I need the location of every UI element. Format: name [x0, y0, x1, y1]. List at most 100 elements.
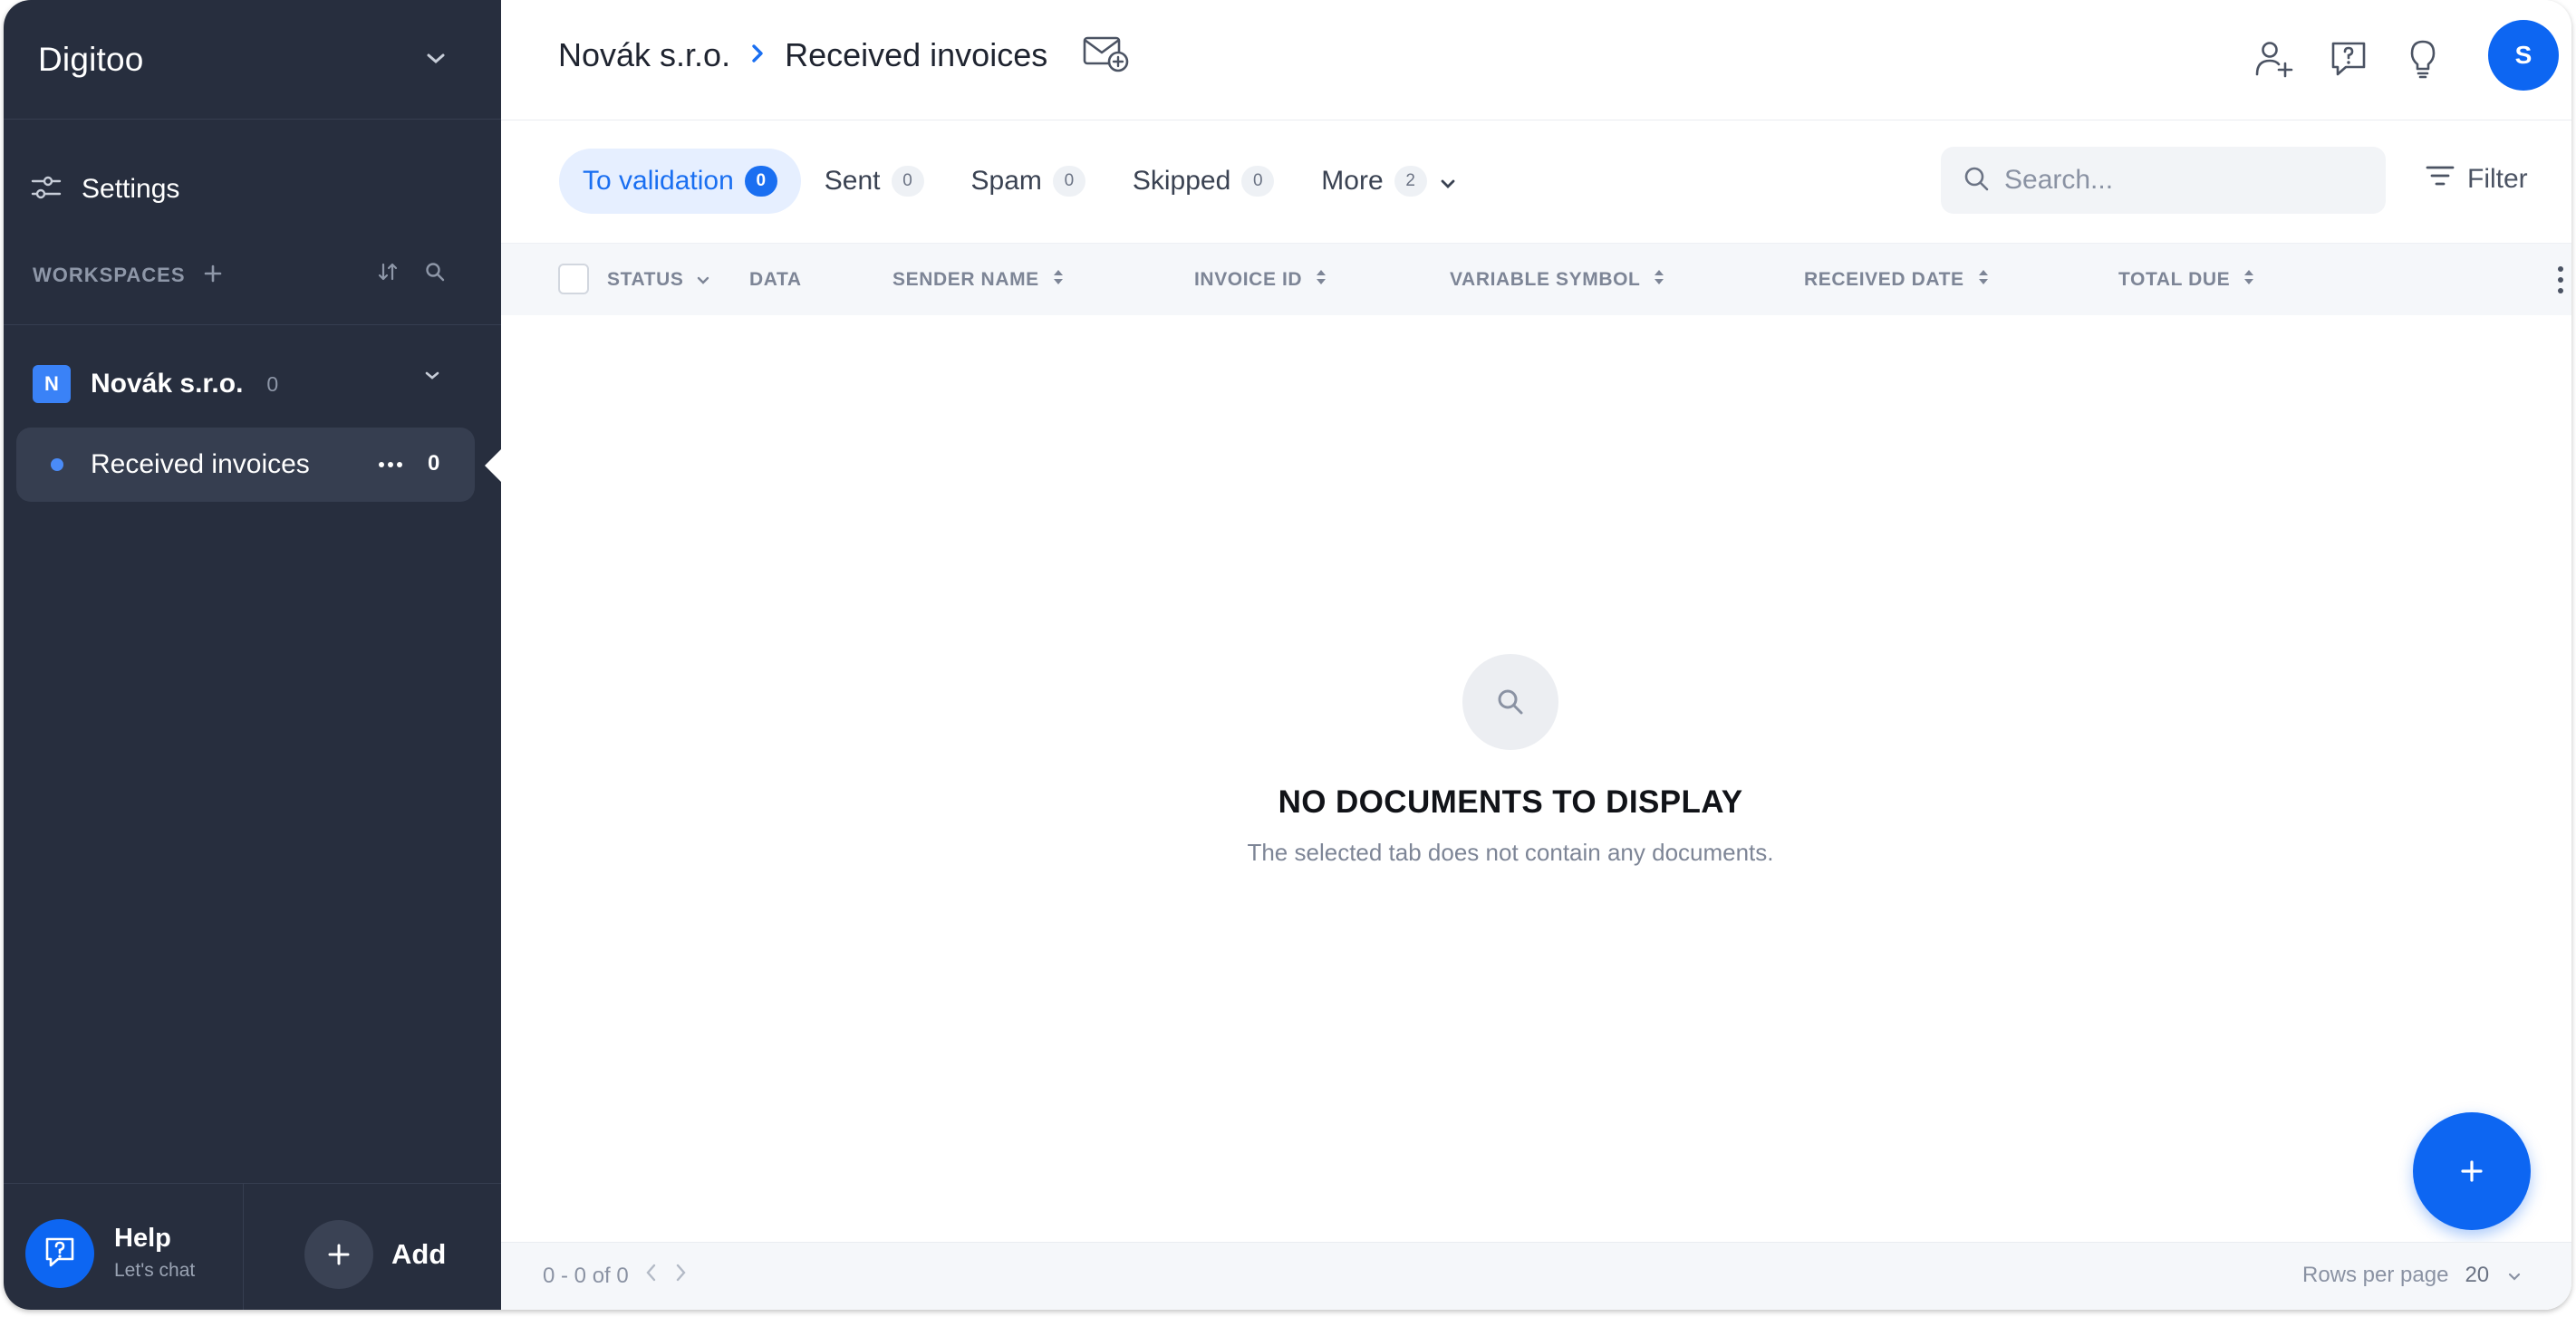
sidebar-header[interactable]: Digitoo [4, 0, 501, 120]
search-icon [1963, 165, 1990, 197]
column-label: RECEIVED DATE [1804, 269, 1964, 290]
chevron-down-icon [1440, 166, 1456, 197]
page-title: Received invoices [785, 36, 1048, 73]
company-badge: N [33, 365, 71, 403]
help-subtitle: Let's chat [114, 1260, 196, 1281]
column-label: INVOICE ID [1194, 269, 1303, 290]
column-variable-symbol[interactable]: VARIABLE SYMBOL [1450, 244, 1665, 316]
tab-label: Spam [970, 166, 1042, 196]
tab-bar: To validation 0 Sent 0 Spam 0 Skipped 0 … [559, 149, 1480, 214]
column-sender-name[interactable]: SENDER NAME [892, 244, 1065, 316]
plus-icon [2461, 1160, 2483, 1182]
workspaces-header: WORKSPACES [33, 259, 458, 292]
rows-per-page-value: 20 [2465, 1263, 2490, 1287]
chevron-left-icon[interactable] [645, 1263, 658, 1289]
column-status[interactable]: STATUS [607, 244, 710, 316]
active-indicator [485, 449, 501, 482]
help-chat-icon[interactable] [2326, 36, 2371, 82]
settings-label: Settings [82, 174, 180, 204]
folder-label: Received invoices [91, 449, 310, 479]
workspace-company[interactable]: N Novák s.r.o. 0 [33, 364, 458, 404]
tab-count: 0 [744, 166, 777, 197]
help-chat-icon [42, 1234, 78, 1274]
table-footer: 0 - 0 of 0 Rows per page 20 [501, 1242, 2571, 1310]
tab-count: 0 [1241, 166, 1275, 197]
tab-label: More [1321, 166, 1384, 196]
tab-label: To validation [583, 166, 734, 196]
add-user-icon[interactable] [2252, 36, 2297, 82]
tab-count: 2 [1394, 166, 1427, 197]
folder-count: 0 [428, 451, 440, 476]
search-box [1941, 147, 2386, 214]
column-label: TOTAL DUE [2118, 269, 2231, 290]
column-label: DATA [749, 269, 802, 290]
workspaces-label: WORKSPACES [33, 264, 186, 286]
sidebar: Digitoo Settings WORKSPACES N Novák s.r.… [4, 0, 501, 1310]
top-bar: Novák s.r.o. Received invoices S [501, 0, 2571, 120]
tab-more[interactable]: More 2 [1298, 149, 1479, 214]
app-window: Digitoo Settings WORKSPACES N Novák s.r.… [4, 0, 2571, 1310]
help-button[interactable] [25, 1219, 94, 1288]
more-options-icon[interactable] [377, 451, 404, 483]
chevron-down-icon[interactable] [424, 370, 440, 386]
chevron-down-icon[interactable] [420, 43, 451, 74]
tab-to-validation[interactable]: To validation 0 [559, 149, 801, 214]
add-document-button[interactable] [2413, 1112, 2531, 1230]
sort-icon [2243, 268, 2255, 292]
tab-sent[interactable]: Sent 0 [801, 149, 948, 214]
search-input[interactable] [2004, 165, 2367, 196]
table-header: STATUS DATA SENDER NAME INVOICE ID VARIA… [501, 243, 2571, 315]
column-data[interactable]: DATA [749, 244, 802, 316]
sort-icon [1052, 268, 1065, 292]
plus-icon [328, 1244, 350, 1265]
chevron-down-icon [2507, 1263, 2522, 1288]
tab-label: Skipped [1132, 166, 1231, 196]
tab-skipped[interactable]: Skipped 0 [1109, 149, 1298, 214]
search-workspaces-icon[interactable] [424, 261, 446, 287]
tab-count: 0 [891, 166, 924, 197]
chevron-right-icon[interactable] [674, 1263, 687, 1289]
company-name: Novák s.r.o. [91, 369, 244, 399]
sort-icon[interactable] [377, 261, 399, 287]
brand-name: Digitoo [38, 40, 144, 78]
column-label: SENDER NAME [892, 269, 1039, 290]
company-count: 0 [266, 371, 279, 396]
sidebar-footer: Help Let's chat Add [4, 1183, 501, 1310]
avatar[interactable]: S [2488, 20, 2559, 91]
add-button[interactable] [304, 1220, 373, 1289]
breadcrumb: Novák s.r.o. Received invoices [558, 33, 1131, 78]
sort-icon [1653, 268, 1665, 292]
column-invoice-id[interactable]: INVOICE ID [1194, 244, 1327, 316]
filter-label: Filter [2467, 164, 2528, 194]
column-total-due[interactable]: TOTAL DUE [2118, 244, 2255, 316]
rows-per-page[interactable]: Rows per page 20 [2302, 1263, 2522, 1288]
chevron-right-icon [750, 43, 765, 69]
email-settings-icon[interactable] [1082, 33, 1131, 79]
main-content: Novák s.r.o. Received invoices S To vali… [501, 0, 2571, 1310]
select-all-checkbox[interactable] [558, 264, 589, 294]
column-received-date[interactable]: RECEIVED DATE [1804, 244, 1990, 316]
status-dot [51, 458, 63, 471]
tab-spam[interactable]: Spam 0 [948, 149, 1109, 214]
empty-state: NO DOCUMENTS TO DISPLAY The selected tab… [501, 654, 2520, 867]
tab-count: 0 [1052, 166, 1085, 197]
help-title[interactable]: Help [114, 1224, 171, 1254]
pagination: 0 - 0 of 0 [543, 1263, 687, 1289]
empty-search-icon [1462, 654, 1558, 750]
sort-icon [1977, 268, 1990, 292]
column-settings-icon[interactable] [2555, 262, 2566, 303]
empty-subtitle: The selected tab does not contain any do… [1247, 839, 1774, 866]
filter-button[interactable]: Filter [2426, 159, 2528, 199]
breadcrumb-company[interactable]: Novák s.r.o. [558, 36, 730, 74]
sidebar-item-settings[interactable]: Settings [31, 167, 179, 212]
pagination-range: 0 - 0 of 0 [543, 1263, 629, 1288]
column-label: VARIABLE SYMBOL [1450, 269, 1641, 290]
column-label: STATUS [607, 269, 684, 290]
sidebar-item-received-invoices[interactable]: Received invoices 0 [16, 428, 475, 502]
add-label[interactable]: Add [391, 1238, 446, 1271]
sort-icon [1315, 268, 1327, 292]
add-workspace-icon[interactable] [204, 264, 222, 287]
empty-title: NO DOCUMENTS TO DISPLAY [1278, 784, 1743, 820]
lightbulb-icon[interactable] [2400, 36, 2446, 82]
sidebar-divider [4, 324, 501, 325]
